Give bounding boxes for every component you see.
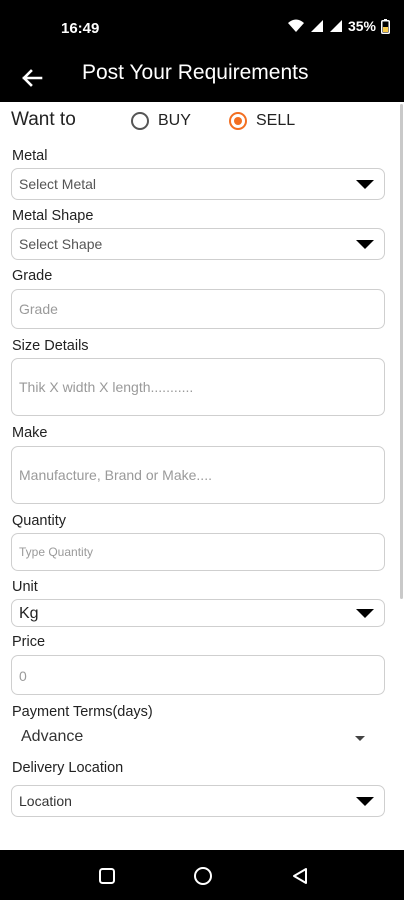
quantity-placeholder: Type Quantity [19, 545, 94, 559]
radio-sell-label: SELL [256, 112, 296, 129]
delivery-location-value: Location [19, 793, 72, 809]
metal-label: Metal [12, 148, 48, 164]
quantity-input[interactable]: Type Quantity [11, 533, 385, 571]
back-triangle-icon [293, 868, 307, 884]
battery-icon [381, 18, 390, 34]
quantity-label: Quantity [12, 513, 66, 529]
wifi-icon [287, 19, 304, 32]
scrollbar[interactable] [400, 104, 403, 599]
unit-select[interactable]: Kg [11, 599, 385, 627]
app-bar: Post Your Requirements [0, 54, 404, 102]
metal-shape-select-value: Select Shape [19, 236, 103, 252]
radio-buy-label: BUY [158, 112, 191, 129]
recents-square-icon [99, 868, 115, 884]
arrow-left-icon [22, 69, 43, 87]
size-details-label: Size Details [12, 338, 89, 354]
system-nav-bar [0, 850, 404, 900]
chevron-down-icon [356, 797, 374, 806]
size-details-input[interactable]: Thik X width X length........... [11, 358, 385, 416]
grade-placeholder: Grade [19, 301, 58, 317]
metal-select-value: Select Metal [19, 176, 97, 192]
want-to-label: Want to [11, 109, 76, 130]
metal-shape-select[interactable]: Select Shape [11, 228, 385, 260]
price-placeholder: 0 [19, 668, 27, 684]
chevron-down-icon [356, 609, 374, 618]
payment-terms-label: Payment Terms(days) [12, 704, 153, 720]
unit-label: Unit [12, 579, 38, 595]
price-label: Price [12, 634, 46, 650]
battery-percent: 35% [347, 18, 376, 34]
home-circle-icon [194, 867, 212, 885]
radio-sell[interactable]: SELL [229, 112, 295, 130]
price-input[interactable]: 0 [11, 655, 385, 695]
size-details-placeholder: Thik X width X length........... [19, 379, 194, 395]
metal-select[interactable]: Select Metal [11, 168, 385, 200]
status-icons: 35% [287, 18, 390, 34]
radio-sell-circle [229, 112, 247, 130]
make-placeholder: Manufacture, Brand or Make.... [19, 467, 212, 483]
make-input[interactable]: Manufacture, Brand or Make.... [11, 446, 385, 504]
home-button[interactable] [192, 865, 214, 887]
status-bar: 16:49 35% [0, 0, 404, 54]
chevron-down-icon [356, 180, 374, 189]
radio-buy[interactable]: BUY [131, 112, 191, 130]
grade-input[interactable]: Grade [11, 289, 385, 329]
back-button[interactable] [18, 64, 46, 92]
payment-terms-value: Advance [21, 728, 84, 745]
unit-select-value: Kg [19, 605, 39, 622]
status-time: 16:49 [61, 20, 100, 37]
signal-icon [329, 20, 342, 32]
chevron-down-icon [355, 736, 365, 741]
nav-back-button[interactable] [289, 865, 311, 887]
chevron-down-icon [356, 240, 374, 249]
delivery-location-label: Delivery Location [12, 760, 124, 776]
delivery-location-select[interactable]: Location [11, 785, 385, 817]
grade-label: Grade [12, 268, 53, 284]
recents-button[interactable] [96, 865, 118, 887]
payment-terms-select[interactable]: Advance [11, 724, 385, 752]
make-label: Make [12, 425, 48, 441]
radio-buy-circle [131, 112, 149, 130]
metal-shape-label: Metal Shape [12, 208, 94, 224]
page-title: Post Your Requirements [82, 61, 309, 84]
signal-icon [310, 20, 323, 32]
